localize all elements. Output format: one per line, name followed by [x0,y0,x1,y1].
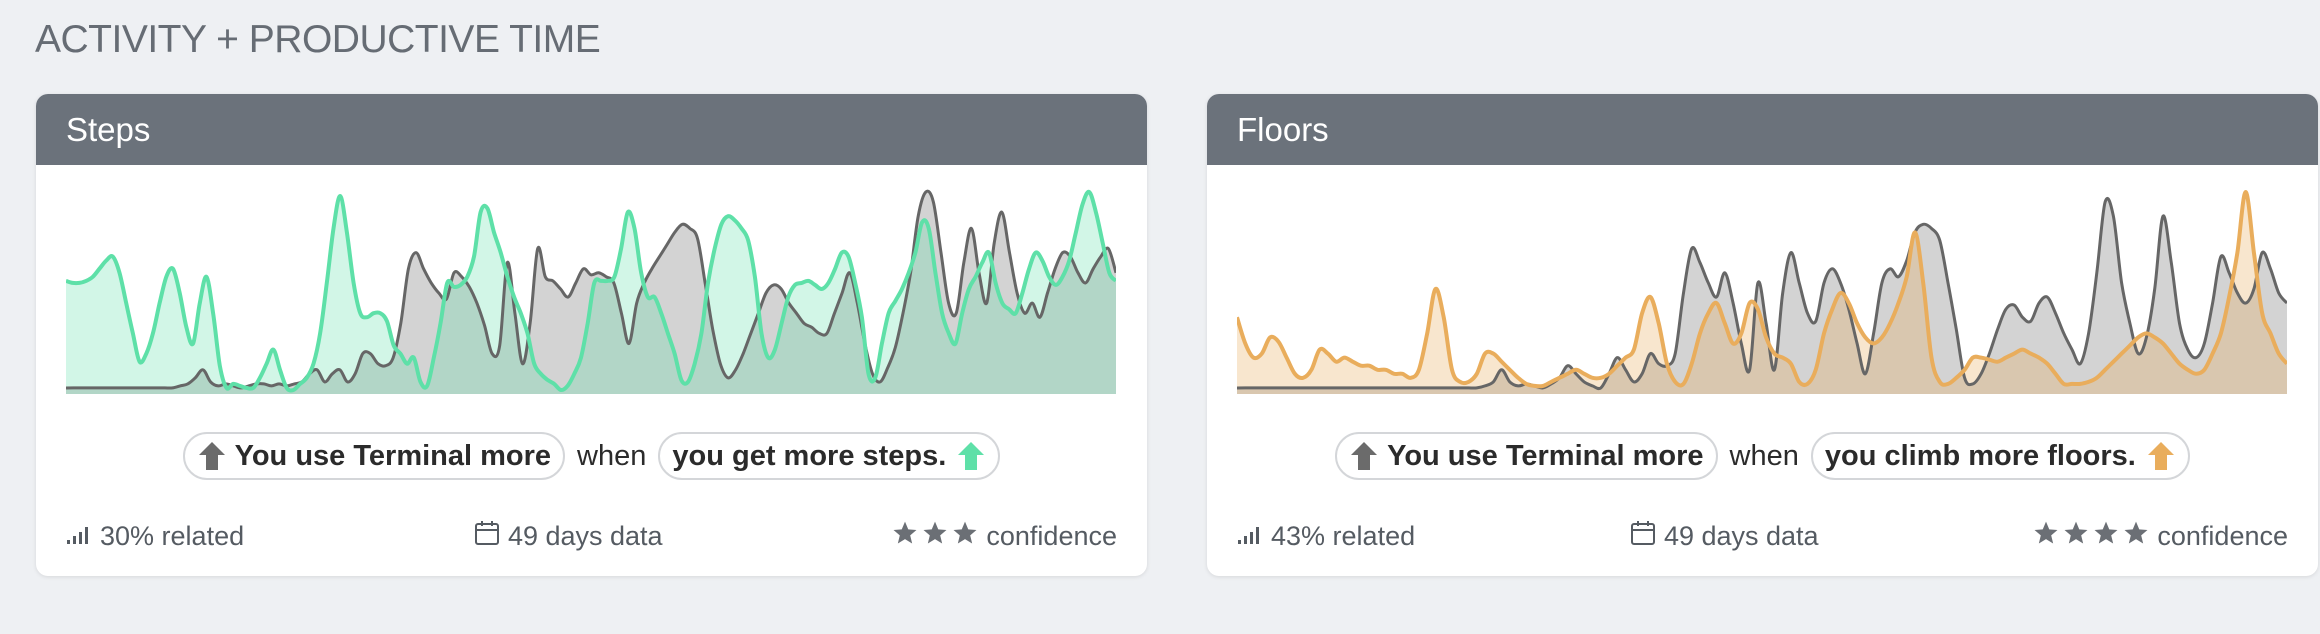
related-stat: 43% related [1237,521,1415,552]
connector-word: when [577,439,647,472]
stats-row: 30% related 49 days data confidence [66,518,1117,554]
related-stat: 30% related [66,521,244,552]
card-title: Steps [36,94,1147,165]
days-text: 49 days data [507,520,663,551]
confidence-text: confidence [986,520,1117,551]
condition-text: you climb more floors. [1824,439,2136,472]
confidence-text: confidence [2157,520,2288,551]
star-icon [2063,520,2089,553]
calendar-icon [474,520,500,553]
subject-pill[interactable]: You use Terminal more [182,432,566,480]
confidence-stars [2033,520,2149,553]
days-text: 49 days data [1663,520,1819,551]
condition-pill[interactable]: you get more steps. [658,432,1001,480]
star-icon [952,520,978,553]
star-icon [922,520,948,553]
arrow-up-icon [2146,440,2176,472]
steps-chart-svg [66,189,1116,394]
floors-chart-svg [1237,190,2287,394]
calendar-icon [1630,520,1656,553]
signal-bars-icon [66,521,92,552]
card-title: Floors [1207,94,2318,165]
stats-row: 43% related 49 days data confidence [1237,518,2288,554]
steps-card[interactable]: Steps You use Terminal more when you get… [36,94,1147,576]
subject-text: You use Terminal more [1387,439,1704,472]
related-text: 30% related [100,520,245,551]
star-icon [2033,520,2059,553]
star-icon [2093,520,2119,553]
related-text: 43% related [1271,520,1416,551]
steps-chart [66,184,1116,399]
confidence-stat: confidence [892,520,1117,553]
signal-bars-icon [1237,521,1263,552]
condition-text: you get more steps. [672,439,947,472]
subject-text: You use Terminal more [234,439,552,472]
days-stat: 49 days data [1630,520,1819,553]
floors-chart [1237,184,2287,399]
connector-word: when [1729,439,1799,472]
section-title: ACTIVITY + PRODUCTIVE TIME [35,18,601,61]
floors-card[interactable]: Floors You use Terminal more when you cl… [1207,94,2318,576]
star-icon [892,520,918,553]
star-icon [2123,520,2149,553]
days-stat: 49 days data [474,520,663,553]
confidence-stat: confidence [2033,520,2288,553]
insight-sentence: You use Terminal more when you get more … [36,430,1147,482]
subject-pill[interactable]: You use Terminal more [1335,432,1718,480]
arrow-up-icon [1349,440,1379,472]
insight-sentence: You use Terminal more when you climb mor… [1207,430,2318,482]
condition-pill[interactable]: you climb more floors. [1810,432,2190,480]
arrow-up-icon [956,440,986,472]
arrow-up-icon [197,440,227,472]
confidence-stars [892,520,978,553]
